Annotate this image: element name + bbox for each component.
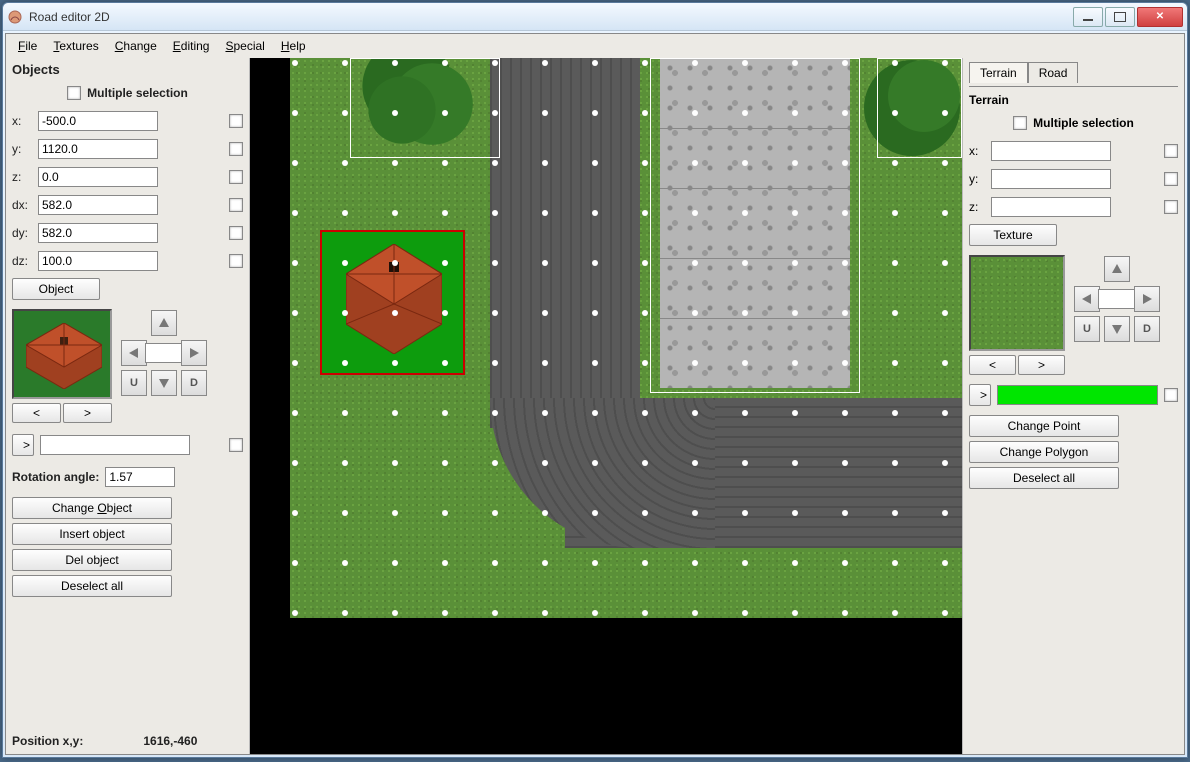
nav-u-button[interactable]: U xyxy=(121,370,147,396)
titlebar: Road editor 2D ✕ xyxy=(3,3,1187,31)
gt-field[interactable] xyxy=(40,435,190,455)
dy-label: dy: xyxy=(12,226,32,240)
rx-checkbox[interactable] xyxy=(1164,144,1178,158)
dx-field[interactable] xyxy=(38,195,158,215)
tnav-up-button[interactable] xyxy=(1104,256,1130,282)
multi-selection-checkbox[interactable] xyxy=(67,86,81,100)
object-button[interactable]: Object xyxy=(12,278,100,300)
gt-checkbox[interactable] xyxy=(229,438,243,452)
close-button[interactable]: ✕ xyxy=(1137,7,1183,27)
tnav-down-button[interactable] xyxy=(1104,316,1130,342)
dx-lock-checkbox[interactable] xyxy=(229,198,243,212)
position-value: 1616,-460 xyxy=(143,734,197,748)
menu-special[interactable]: Special xyxy=(219,37,270,55)
rotation-field[interactable] xyxy=(105,467,175,487)
selected-lot[interactable] xyxy=(320,230,465,375)
menubar: File Textures Change Editing Special Hel… xyxy=(6,34,1184,58)
nav-left-button[interactable] xyxy=(121,340,147,366)
object-preview xyxy=(12,309,112,399)
content-area: Objects Multiple selection x: y: z: dx: … xyxy=(6,58,1184,754)
window-title: Road editor 2D xyxy=(29,10,110,24)
texture-preview xyxy=(969,255,1065,351)
dz-field[interactable] xyxy=(38,251,158,271)
terrain-multisel-checkbox[interactable] xyxy=(1013,116,1027,130)
rx-label: x: xyxy=(969,144,985,158)
rotation-label: Rotation angle: xyxy=(12,470,99,484)
gt-button[interactable]: > xyxy=(12,434,34,456)
change-polygon-button[interactable]: Change Polygon xyxy=(969,441,1119,463)
rz-checkbox[interactable] xyxy=(1164,200,1178,214)
tnav-d-button[interactable]: D xyxy=(1134,316,1160,342)
x-field[interactable] xyxy=(38,111,158,131)
z-lock-checkbox[interactable] xyxy=(229,170,243,184)
terrain-nav-pad: U D xyxy=(1073,255,1163,343)
change-object-button[interactable]: Change Object xyxy=(12,497,172,519)
tab-road[interactable]: Road xyxy=(1028,62,1079,83)
terrain-multisel-label: Multiple selection xyxy=(1033,116,1134,130)
change-point-button[interactable]: Change Point xyxy=(969,415,1119,437)
insert-object-button[interactable]: Insert object xyxy=(12,523,172,545)
rz-field[interactable] xyxy=(991,197,1111,217)
ry-label: y: xyxy=(969,172,985,186)
position-label: Position x,y: xyxy=(12,734,83,748)
color-checkbox[interactable] xyxy=(1164,388,1178,402)
terrain-deselect-button[interactable]: Deselect all xyxy=(969,467,1119,489)
ry-field[interactable] xyxy=(991,169,1111,189)
dz-label: dz: xyxy=(12,254,32,268)
texture-button[interactable]: Texture xyxy=(969,224,1057,246)
rgt-button[interactable]: > xyxy=(969,384,991,406)
nav-up-button[interactable] xyxy=(151,310,177,336)
deselect-all-button[interactable]: Deselect all xyxy=(12,575,172,597)
nav-right-button[interactable] xyxy=(181,340,207,366)
menu-textures[interactable]: Textures xyxy=(47,37,104,55)
z-label: z: xyxy=(12,170,32,184)
tnav-right-button[interactable] xyxy=(1134,286,1160,312)
tex-next-button[interactable]: > xyxy=(1018,355,1065,375)
dy-lock-checkbox[interactable] xyxy=(229,226,243,240)
terrain-heading: Terrain xyxy=(969,93,1178,107)
nav-input[interactable] xyxy=(145,343,183,363)
right-panel: Terrain Road Terrain Multiple selection … xyxy=(962,58,1184,754)
color-preview[interactable] xyxy=(997,385,1158,405)
x-label: x: xyxy=(12,114,32,128)
dy-field[interactable] xyxy=(38,223,158,243)
ry-checkbox[interactable] xyxy=(1164,172,1178,186)
tnav-input[interactable] xyxy=(1098,289,1136,309)
menu-editing[interactable]: Editing xyxy=(167,37,216,55)
y-label: y: xyxy=(12,142,32,156)
rz-label: z: xyxy=(969,200,985,214)
z-field[interactable] xyxy=(38,167,158,187)
tex-prev-button[interactable]: < xyxy=(969,355,1016,375)
del-object-button[interactable]: Del object xyxy=(12,549,172,571)
nav-down-button[interactable] xyxy=(151,370,177,396)
preview-prev-button[interactable]: < xyxy=(12,403,61,423)
window-inner: File Textures Change Editing Special Hel… xyxy=(5,33,1185,755)
tab-terrain[interactable]: Terrain xyxy=(969,62,1028,83)
y-field[interactable] xyxy=(38,139,158,159)
tnav-u-button[interactable]: U xyxy=(1074,316,1100,342)
nav-pad: U D xyxy=(120,309,210,397)
y-lock-checkbox[interactable] xyxy=(229,142,243,156)
editor-canvas[interactable] xyxy=(250,58,962,754)
objects-heading: Objects xyxy=(12,62,243,77)
minimize-button[interactable] xyxy=(1073,7,1103,27)
left-panel: Objects Multiple selection x: y: z: dx: … xyxy=(6,58,250,754)
dz-lock-checkbox[interactable] xyxy=(229,254,243,268)
preview-next-button[interactable]: > xyxy=(63,403,112,423)
menu-help[interactable]: Help xyxy=(275,37,312,55)
menu-change[interactable]: Change xyxy=(109,37,163,55)
rx-field[interactable] xyxy=(991,141,1111,161)
multi-selection-label: Multiple selection xyxy=(87,86,188,100)
tnav-left-button[interactable] xyxy=(1074,286,1100,312)
maximize-button[interactable] xyxy=(1105,7,1135,27)
nav-d-button[interactable]: D xyxy=(181,370,207,396)
app-window: Road editor 2D ✕ File Textures Change Ed… xyxy=(2,2,1188,758)
x-lock-checkbox[interactable] xyxy=(229,114,243,128)
dx-label: dx: xyxy=(12,198,32,212)
house-thumb-icon xyxy=(26,323,102,389)
menu-file[interactable]: File xyxy=(12,37,43,55)
app-icon xyxy=(7,9,23,25)
